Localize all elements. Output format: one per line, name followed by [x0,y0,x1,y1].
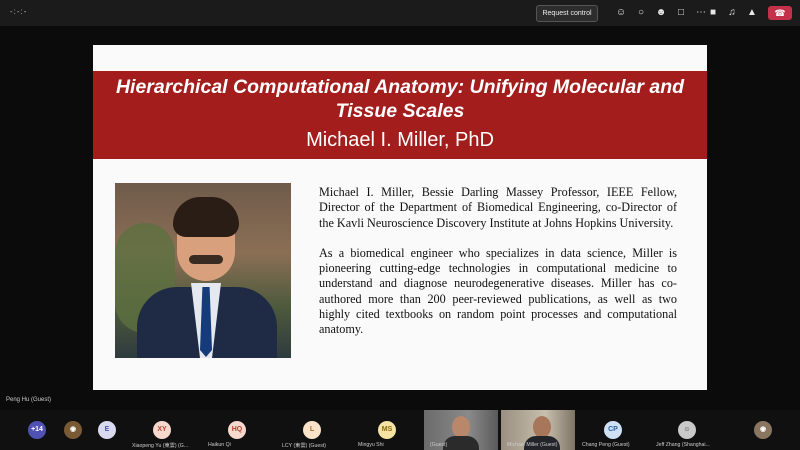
participant-name: Xiaopeng Yu (東雲) (G... [132,443,189,449]
participant-name: Michael Miller (Guest) [507,442,558,448]
avatar: ◉ [64,421,82,439]
meeting-toolbar: -:-:- Request control ☺ ○ ☻ □ ⋯ ■ ♫ ▲ ☎ [0,0,800,26]
reactions-icon[interactable]: ☻ [654,6,668,20]
participant-tile[interactable]: CP Chang Peng (Guest) [580,410,646,450]
participant-name: Chang Peng (Guest) [582,442,630,448]
participant-tile[interactable]: ◉ [60,410,88,450]
bio-paragraph: As a biomedical engineer who specializes… [319,245,677,337]
participant-tile[interactable]: ☺ Jeff Zhang (Shanghai... [652,410,722,450]
overflow-count[interactable]: +14 [28,421,46,439]
participant-tile[interactable]: L LCY (東雲) (Guest) [278,410,348,450]
avatar: ☺ [678,421,696,439]
avatar: E [98,421,116,439]
request-control-button[interactable]: Request control [536,5,598,22]
participant-video[interactable]: Michael Miller (Guest) [501,410,575,450]
speaker-bio: Michael I. Miller, Bessie Darling Massey… [319,185,677,353]
slide-title: Hierarchical Computational Anatomy: Unif… [115,76,685,122]
participant-tile[interactable]: XY Xiaopeng Yu (東雲) (G... [128,410,198,450]
participant-name: Jeff Zhang (Shanghai... [656,442,710,448]
participant-tile[interactable]: E [96,410,124,450]
participant-name: LCY (東雲) (Guest) [282,443,327,449]
participant-name: Mingyu Shi [358,442,384,448]
chat-icon[interactable]: ○ [634,6,648,20]
avatar: L [303,421,321,439]
avatar: ◉ [754,421,772,439]
speaker-photo [115,183,291,358]
avatar: MS [378,421,396,439]
participant-name: (Guest) [430,442,448,448]
overflow-participants[interactable]: +14 [24,410,52,450]
slide-subtitle: Michael I. Miller, PhD [306,129,494,151]
hangup-icon[interactable]: ☎ [768,6,792,20]
avatar: HQ [228,421,246,439]
share-screen-icon[interactable]: ▲ [745,6,759,20]
avatar: CP [604,421,622,439]
meeting-timer: -:-:- [10,7,28,16]
camera-icon[interactable]: ■ [706,6,720,20]
participant-tile[interactable]: ◉ [750,410,778,450]
participant-tile[interactable]: MS Mingyu Shi [352,410,418,450]
participant-tile[interactable]: HQ Haikun Qi [204,410,268,450]
share-icon[interactable]: □ [674,6,688,20]
bio-paragraph: Michael I. Miller, Bessie Darling Massey… [319,185,677,230]
avatar: XY [153,421,171,439]
participant-video[interactable]: (Guest) [424,410,498,450]
slide-title-band: Hierarchical Computational Anatomy: Unif… [93,71,707,159]
participant-name: Haikun Qi [208,442,231,448]
presenter-name: Peng Hu (Guest) [6,397,52,403]
people-icon[interactable]: ☺ [614,6,628,20]
mic-icon[interactable]: ♫ [725,6,739,20]
shared-slide: Hierarchical Computational Anatomy: Unif… [93,45,707,390]
